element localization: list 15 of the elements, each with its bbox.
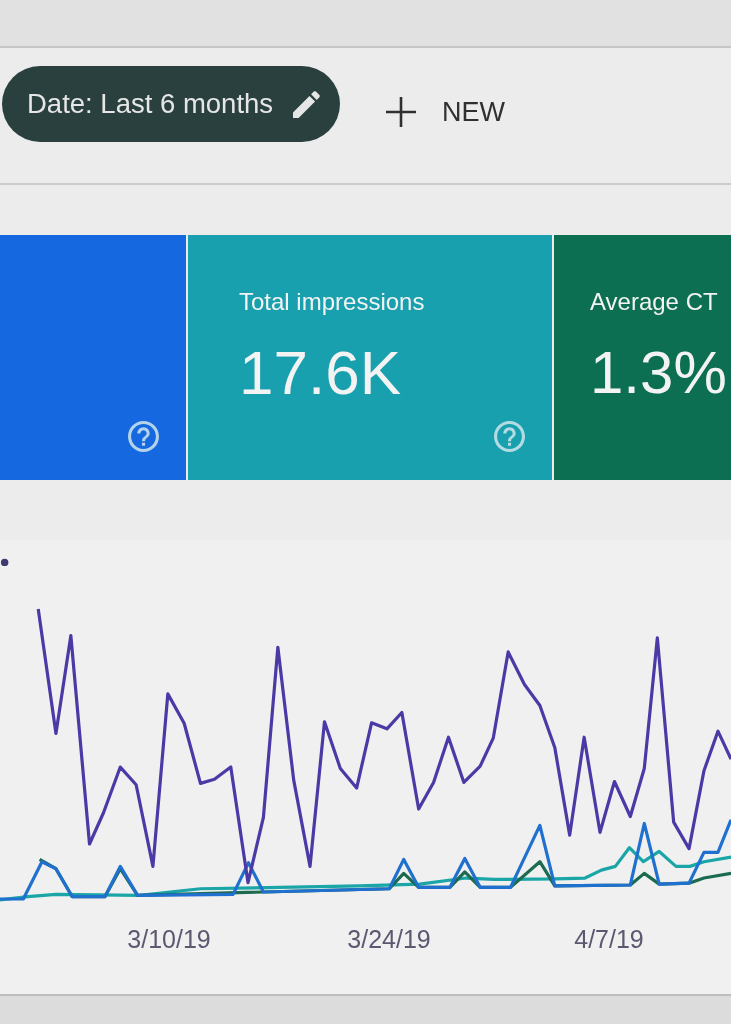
help-icon[interactable] [128, 421, 159, 452]
plus-icon [386, 97, 417, 127]
metric-title: Average CT [590, 287, 719, 317]
help-icon[interactable] [494, 421, 525, 452]
metric-title: Total impressions [239, 287, 426, 317]
axis-label: 3/10/19 [126, 925, 212, 954]
date-filter-chip[interactable]: Date: Last 6 months [2, 66, 341, 142]
new-button[interactable]: NEW [382, 90, 510, 134]
metric-value: 1.3% [590, 339, 728, 407]
metric-card[interactable]: Average CT 1.3% [554, 235, 731, 480]
pencil-icon [293, 90, 321, 118]
dot-icon [0, 558, 9, 567]
axis-label: 3/24/19 [346, 925, 432, 954]
metric-value: 17.6K [239, 339, 403, 407]
axis-label: 4/7/19 [573, 925, 645, 954]
